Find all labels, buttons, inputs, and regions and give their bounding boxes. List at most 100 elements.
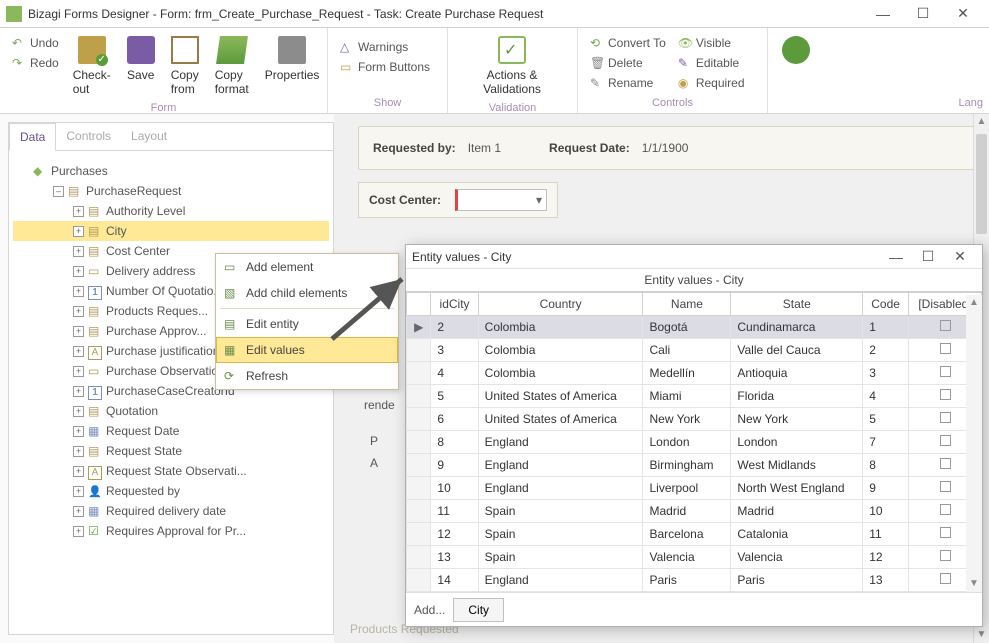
cell-id[interactable]: 12 <box>431 523 478 546</box>
cell-id[interactable]: 10 <box>431 477 478 500</box>
checkbox-icon[interactable] <box>940 527 951 538</box>
collapse-icon[interactable]: – <box>53 186 64 197</box>
cell-code[interactable]: 9 <box>863 477 909 500</box>
cell-name[interactable]: Cali <box>643 339 731 362</box>
tab-controls[interactable]: Controls <box>56 123 121 150</box>
cell-code[interactable]: 4 <box>863 385 909 408</box>
expand-icon[interactable]: + <box>73 226 84 237</box>
expand-icon[interactable]: + <box>73 246 84 257</box>
undo-button[interactable]: Undo <box>10 34 61 52</box>
cell-id[interactable]: 14 <box>431 569 478 592</box>
checkbox-icon[interactable] <box>940 412 951 423</box>
cell-name[interactable]: Miami <box>643 385 731 408</box>
cell-country[interactable]: United States of America <box>478 385 643 408</box>
cell-country[interactable]: Colombia <box>478 339 643 362</box>
col-code[interactable]: Code <box>863 293 909 316</box>
tree-item[interactable]: +Request State Observati... <box>13 461 329 481</box>
ctx-add-element[interactable]: Add element <box>216 254 398 280</box>
cell-country[interactable]: United States of America <box>478 408 643 431</box>
copyfrom-button[interactable]: Copy from <box>163 32 207 100</box>
checkbox-icon[interactable] <box>940 435 951 446</box>
scroll-up-icon[interactable]: ▲ <box>966 295 982 311</box>
languages-button[interactable] <box>774 32 818 68</box>
cell-code[interactable]: 11 <box>863 523 909 546</box>
table-row[interactable]: 14EnglandParisParis13 <box>407 569 982 592</box>
cell-state[interactable]: North West England <box>731 477 863 500</box>
table-row[interactable]: 12SpainBarcelonaCatalonia11 <box>407 523 982 546</box>
ctx-edit-values[interactable]: Edit values <box>216 337 398 363</box>
expand-icon[interactable]: + <box>73 286 84 297</box>
expand-icon[interactable]: + <box>73 486 84 497</box>
cell-code[interactable]: 5 <box>863 408 909 431</box>
cell-state[interactable]: Florida <box>731 385 863 408</box>
expand-icon[interactable]: + <box>73 506 84 517</box>
table-row[interactable]: ▶2ColombiaBogotáCundinamarca1 <box>407 316 982 339</box>
cell-id[interactable]: 2 <box>431 316 478 339</box>
cell-name[interactable]: Madrid <box>643 500 731 523</box>
col-country[interactable]: Country <box>478 293 643 316</box>
maximize-button[interactable]: ☐ <box>903 2 943 26</box>
col-name[interactable]: Name <box>643 293 731 316</box>
convert-button[interactable]: Convert To <box>588 34 668 52</box>
close-button[interactable]: ✕ <box>943 2 983 26</box>
checkbox-icon[interactable] <box>940 389 951 400</box>
expand-icon[interactable]: + <box>73 426 84 437</box>
cell-country[interactable]: England <box>478 569 643 592</box>
expand-icon[interactable]: + <box>73 446 84 457</box>
cost-center-combo[interactable]: ▾ <box>455 189 547 211</box>
copyformat-button[interactable]: Copy format <box>207 32 257 100</box>
expand-icon[interactable]: + <box>73 406 84 417</box>
cell-state[interactable]: West Midlands <box>731 454 863 477</box>
checkbox-icon[interactable] <box>940 343 951 354</box>
cell-name[interactable]: Medellín <box>643 362 731 385</box>
required-button[interactable]: Required <box>676 74 747 92</box>
cell-id[interactable]: 13 <box>431 546 478 569</box>
table-row[interactable]: 9EnglandBirminghamWest Midlands8 <box>407 454 982 477</box>
cell-id[interactable]: 9 <box>431 454 478 477</box>
cell-name[interactable]: Paris <box>643 569 731 592</box>
cell-id[interactable]: 5 <box>431 385 478 408</box>
actions-button[interactable]: Actions & Validations <box>454 32 570 100</box>
cell-state[interactable]: London <box>731 431 863 454</box>
cell-state[interactable]: New York <box>731 408 863 431</box>
formbuttons-button[interactable]: Form Buttons <box>338 58 432 76</box>
checkbox-icon[interactable] <box>940 504 951 515</box>
table-row[interactable]: 11SpainMadridMadrid10 <box>407 500 982 523</box>
expand-icon[interactable]: + <box>73 266 84 277</box>
expand-icon[interactable]: + <box>73 366 84 377</box>
cell-id[interactable]: 8 <box>431 431 478 454</box>
checkbox-icon[interactable] <box>940 550 951 561</box>
scroll-thumb[interactable] <box>976 134 987 234</box>
tree-item[interactable]: +Quotation <box>13 401 329 421</box>
cell-id[interactable]: 3 <box>431 339 478 362</box>
cell-id[interactable]: 4 <box>431 362 478 385</box>
checkbox-icon[interactable] <box>940 481 951 492</box>
cell-country[interactable]: England <box>478 431 643 454</box>
cell-code[interactable]: 13 <box>863 569 909 592</box>
checkbox-icon[interactable] <box>940 573 951 584</box>
cell-country[interactable]: Colombia <box>478 316 643 339</box>
cell-state[interactable]: Paris <box>731 569 863 592</box>
checkout-button[interactable]: Check-out <box>65 32 119 100</box>
scroll-down-icon[interactable]: ▼ <box>974 627 989 643</box>
tree-purchaserequest[interactable]: – PurchaseRequest <box>13 181 329 201</box>
cell-state[interactable]: Madrid <box>731 500 863 523</box>
dialog-close[interactable]: ✕ <box>944 248 976 265</box>
dialog-scrollbar[interactable]: ▲ ▼ <box>966 295 982 592</box>
minimize-button[interactable]: — <box>863 2 903 26</box>
scroll-up-icon[interactable]: ▲ <box>974 114 989 130</box>
cell-id[interactable]: 11 <box>431 500 478 523</box>
expand-icon[interactable]: + <box>73 206 84 217</box>
cell-state[interactable]: Valle del Cauca <box>731 339 863 362</box>
tree-root[interactable]: Purchases <box>13 161 329 181</box>
table-row[interactable]: 10EnglandLiverpoolNorth West England9 <box>407 477 982 500</box>
tree-item[interactable]: +Authority Level <box>13 201 329 221</box>
cell-code[interactable]: 8 <box>863 454 909 477</box>
cell-country[interactable]: England <box>478 454 643 477</box>
tree-item[interactable]: +Requires Approval for Pr... <box>13 521 329 541</box>
checkbox-icon[interactable] <box>940 320 951 331</box>
cell-state[interactable]: Catalonia <box>731 523 863 546</box>
tree-item[interactable]: +Request State <box>13 441 329 461</box>
entity-grid[interactable]: idCity Country Name State Code [Disabled… <box>406 291 982 592</box>
checkbox-icon[interactable] <box>940 458 951 469</box>
